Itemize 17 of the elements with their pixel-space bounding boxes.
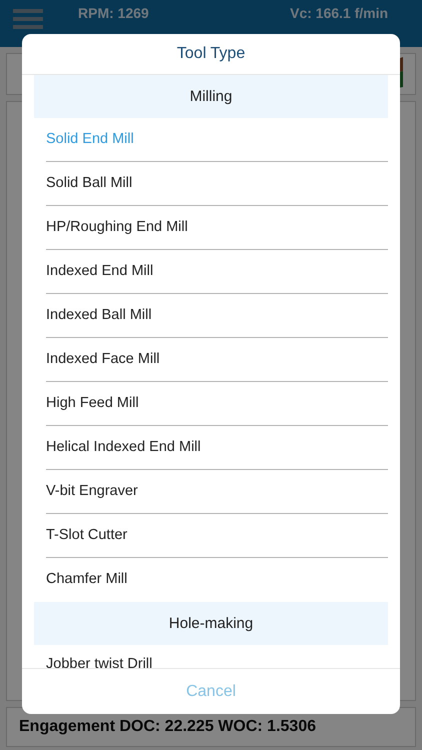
rpm-reading: RPM: 1269 [78, 5, 150, 21]
list-item[interactable]: Indexed Ball Mill [46, 294, 388, 338]
list-item[interactable]: Jobber twist Drill [46, 645, 388, 668]
section-header: Milling [34, 75, 388, 118]
list-item[interactable]: T-Slot Cutter [46, 514, 388, 558]
vc-reading: Vc: 166.1 f/min [290, 5, 388, 21]
list-item[interactable]: Chamfer Mill [46, 558, 388, 602]
engagement-text: Engagement DOC: 22.225 WOC: 1.5306 [19, 718, 316, 736]
list-item[interactable]: Solid Ball Mill [46, 162, 388, 206]
list-item[interactable]: Helical Indexed End Mill [46, 426, 388, 470]
list-item[interactable]: HP/Roughing End Mill [46, 206, 388, 250]
section-header: Hole-making [34, 602, 388, 645]
list-item[interactable]: Indexed End Mill [46, 250, 388, 294]
list-item[interactable]: V-bit Engraver [46, 470, 388, 514]
menu-icon [13, 8, 43, 30]
list-item[interactable]: Indexed Face Mill [46, 338, 388, 382]
list-item[interactable]: High Feed Mill [46, 382, 388, 426]
